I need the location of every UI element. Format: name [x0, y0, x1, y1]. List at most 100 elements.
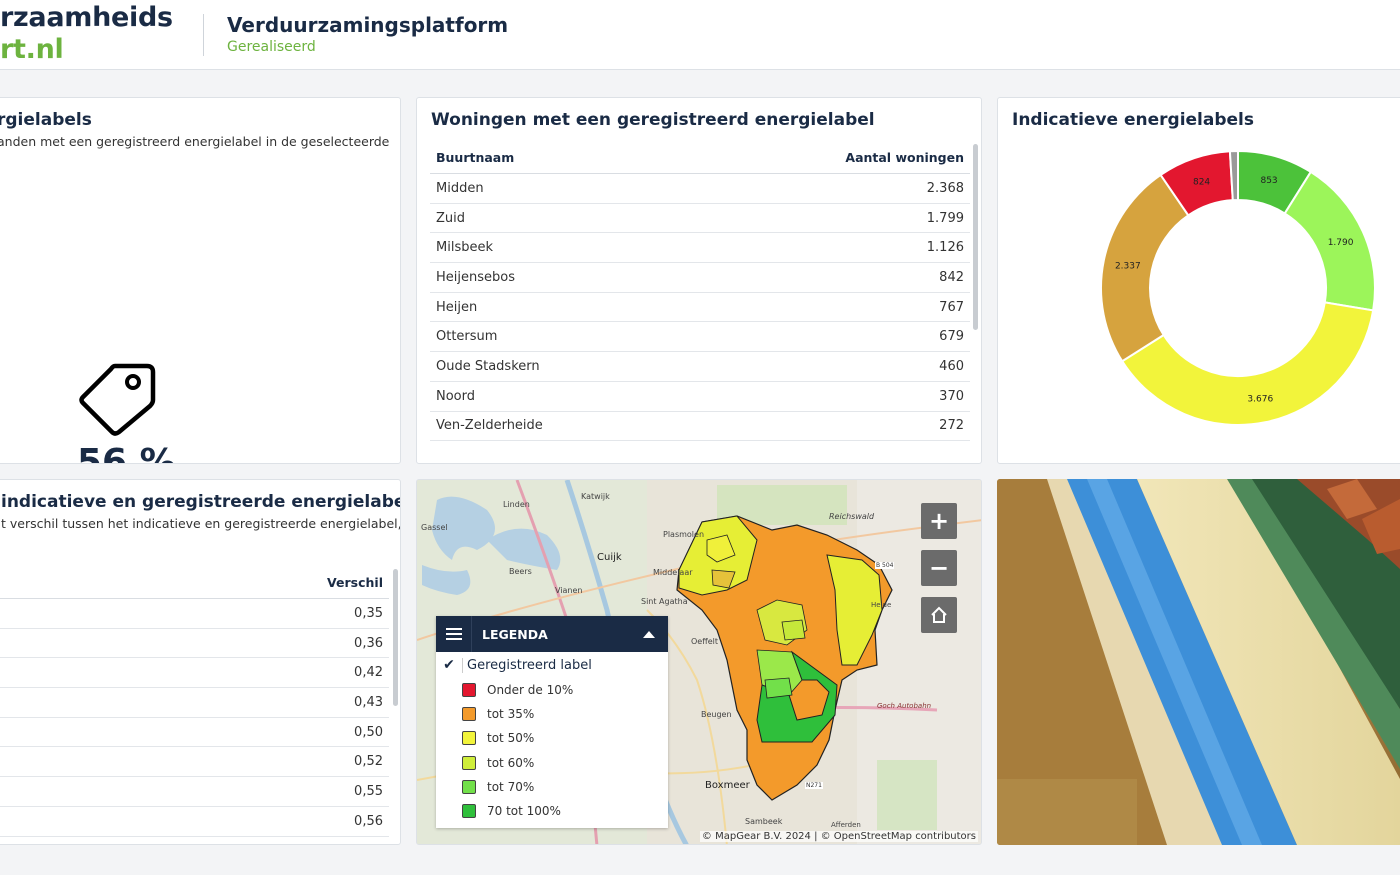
- table-row[interactable]: Heijen 767: [430, 293, 970, 323]
- map-label-beers: Beers: [509, 567, 532, 576]
- legend-item-label: Onder de 10%: [487, 683, 574, 698]
- legend-header[interactable]: LEGENDA: [436, 616, 668, 652]
- table-row[interactable]: Ottersum 679: [430, 322, 970, 353]
- table-row[interactable]: 0,50: [0, 718, 389, 748]
- map-attribution: © MapGear B.V. 2024 | © OpenStreetMap co…: [699, 831, 978, 842]
- legend-item[interactable]: Onder de 10%: [436, 678, 668, 702]
- legend-group-label: Geregistreerd label: [462, 657, 592, 673]
- buurtnaam-cell: Heijen: [436, 299, 478, 315]
- map-label-oeffelt: Oeffelt: [691, 637, 719, 646]
- donut-slice[interactable]: [1120, 301, 1375, 426]
- table-row[interactable]: 0,42: [0, 658, 389, 689]
- map-label-beugen: Beugen: [701, 710, 732, 719]
- map-label-reichswald: Reichswald: [829, 512, 875, 521]
- check-icon[interactable]: ✔: [436, 657, 462, 673]
- table-row[interactable]: Oude Stadskern 460: [430, 352, 970, 382]
- donut-label: 2.337: [1115, 261, 1141, 271]
- legend-item[interactable]: tot 50%: [436, 726, 668, 750]
- page-title: Verduurzamingsplatform: [227, 13, 509, 37]
- map-road-autobahn: Goch Autobahn: [877, 702, 932, 710]
- legend-item-label: tot 35%: [487, 707, 535, 722]
- legend-item-label: tot 70%: [487, 779, 535, 794]
- table-row[interactable]: Noord 370: [430, 382, 970, 412]
- column-header-buurtnaam[interactable]: Buurtnaam: [436, 150, 514, 165]
- map-legend: LEGENDA ✔ Geregistreerd label Onder de 1…: [436, 616, 668, 828]
- aantal-cell: 767: [939, 299, 964, 315]
- table-row[interactable]: Midden 2.368: [430, 174, 970, 204]
- table-scrollbar[interactable]: [393, 569, 398, 706]
- column-header-aantal[interactable]: Aantal woningen: [845, 150, 964, 165]
- donut-label: 853: [1260, 176, 1277, 186]
- difference-table: Verschil 0,35 0,36 0,42 0,43 0,50 0,52 0,55 0,5…: [0, 567, 389, 837]
- logo-line-1[interactable]: rzaamheids: [0, 2, 173, 33]
- energy-label-card: rgielabels anden met een geregistreerd e…: [0, 97, 401, 464]
- table-row[interactable]: Zuid 1.799: [430, 204, 970, 234]
- legend-swatch: [462, 707, 476, 722]
- percentage-value: 56 %: [77, 442, 176, 464]
- aantal-cell: 1.126: [926, 240, 964, 256]
- verschil-cell: 0,35: [354, 605, 383, 621]
- verschil-cell: 0,56: [354, 813, 383, 829]
- table-row[interactable]: Milsbeek 1.126: [430, 233, 970, 264]
- aantal-cell: 679: [939, 329, 964, 345]
- column-header-verschil[interactable]: Verschil: [327, 575, 383, 590]
- legend-group[interactable]: ✔ Geregistreerd label: [436, 652, 668, 678]
- verschil-cell: 0,43: [354, 694, 383, 710]
- map-label-boxmeer: Boxmeer: [705, 780, 750, 791]
- donut-label: 1.790: [1328, 238, 1354, 248]
- card-title: rgielabels: [0, 110, 92, 130]
- aantal-cell: 1.799: [926, 210, 964, 226]
- aantal-cell: 460: [939, 358, 964, 374]
- page-subtitle: Gerealiseerd: [227, 39, 316, 55]
- buurtnaam-cell: Noord: [436, 388, 475, 404]
- table-row[interactable]: 0,35: [0, 599, 389, 629]
- legend-title: LEGENDA: [482, 626, 548, 642]
- zoom-out-button[interactable]: −: [921, 550, 957, 586]
- home-icon: [931, 606, 947, 623]
- table-row[interactable]: 0,43: [0, 688, 389, 718]
- map-road-n271: N271: [805, 782, 823, 789]
- buurtnaam-cell: Midden: [436, 180, 484, 196]
- legend-item[interactable]: 70 tot 100%: [436, 799, 668, 823]
- table-row[interactable]: 0,36: [0, 629, 389, 659]
- donut-label: 3.676: [1247, 394, 1273, 404]
- aantal-cell: 2.368: [926, 180, 964, 196]
- verschil-cell: 0,55: [354, 783, 383, 799]
- table-row[interactable]: Ven-Zelderheide 272: [430, 412, 970, 442]
- verschil-cell: 0,42: [354, 665, 383, 681]
- table-body: 0,35 0,36 0,42 0,43 0,50 0,52 0,55 0,56: [0, 599, 389, 837]
- legend-item[interactable]: tot 60%: [436, 751, 668, 775]
- tag-icon: [79, 363, 156, 436]
- table-header: Verschil: [0, 567, 389, 599]
- home-button[interactable]: [921, 597, 957, 633]
- verschil-cell: 0,52: [354, 754, 383, 770]
- menu-icon[interactable]: [436, 616, 472, 652]
- aantal-cell: 272: [939, 418, 964, 434]
- map-label-plasmolen: Plasmolen: [663, 530, 705, 539]
- zoom-in-button[interactable]: +: [921, 503, 957, 539]
- app-header: rzaamheids rt.nl Verduurzamingsplatform …: [0, 0, 1400, 70]
- map-label-sambeek: Sambeek: [745, 817, 783, 826]
- map-label-sint-agatha: Sint Agatha: [641, 597, 688, 606]
- legend-item[interactable]: tot 35%: [436, 702, 668, 726]
- card-title: indicatieve en geregistreerde energielab…: [1, 492, 401, 512]
- legend-swatch: [462, 779, 476, 794]
- buurtnaam-cell: Zuid: [436, 210, 466, 226]
- table-row[interactable]: 0,55: [0, 777, 389, 807]
- map-label-katwijk: Katwijk: [581, 492, 610, 501]
- difference-card: indicatieve en geregistreerde energielab…: [0, 479, 401, 845]
- logo-line-2[interactable]: rt.nl: [0, 34, 64, 65]
- table-header: Buurtnaam Aantal woningen: [430, 142, 970, 174]
- table-row[interactable]: 0,56: [0, 807, 389, 837]
- verschil-cell: 0,36: [354, 635, 383, 651]
- table-scrollbar[interactable]: [973, 144, 978, 330]
- legend-item-label: 70 tot 100%: [487, 804, 561, 819]
- registered-labels-card: Woningen met een geregistreerd energiela…: [416, 97, 982, 464]
- collapse-icon[interactable]: [643, 630, 655, 638]
- map-view[interactable]: Katwijk Linden Gassel Cuijk Beers Vianen…: [416, 479, 982, 845]
- legend-item[interactable]: tot 70%: [436, 775, 668, 799]
- table-row[interactable]: 0,52: [0, 747, 389, 778]
- legend-items: Onder de 10% tot 35% tot 50% tot 60% tot 70%…: [436, 678, 668, 823]
- verschil-cell: 0,50: [354, 724, 383, 740]
- table-row[interactable]: Heijensebos 842: [430, 263, 970, 293]
